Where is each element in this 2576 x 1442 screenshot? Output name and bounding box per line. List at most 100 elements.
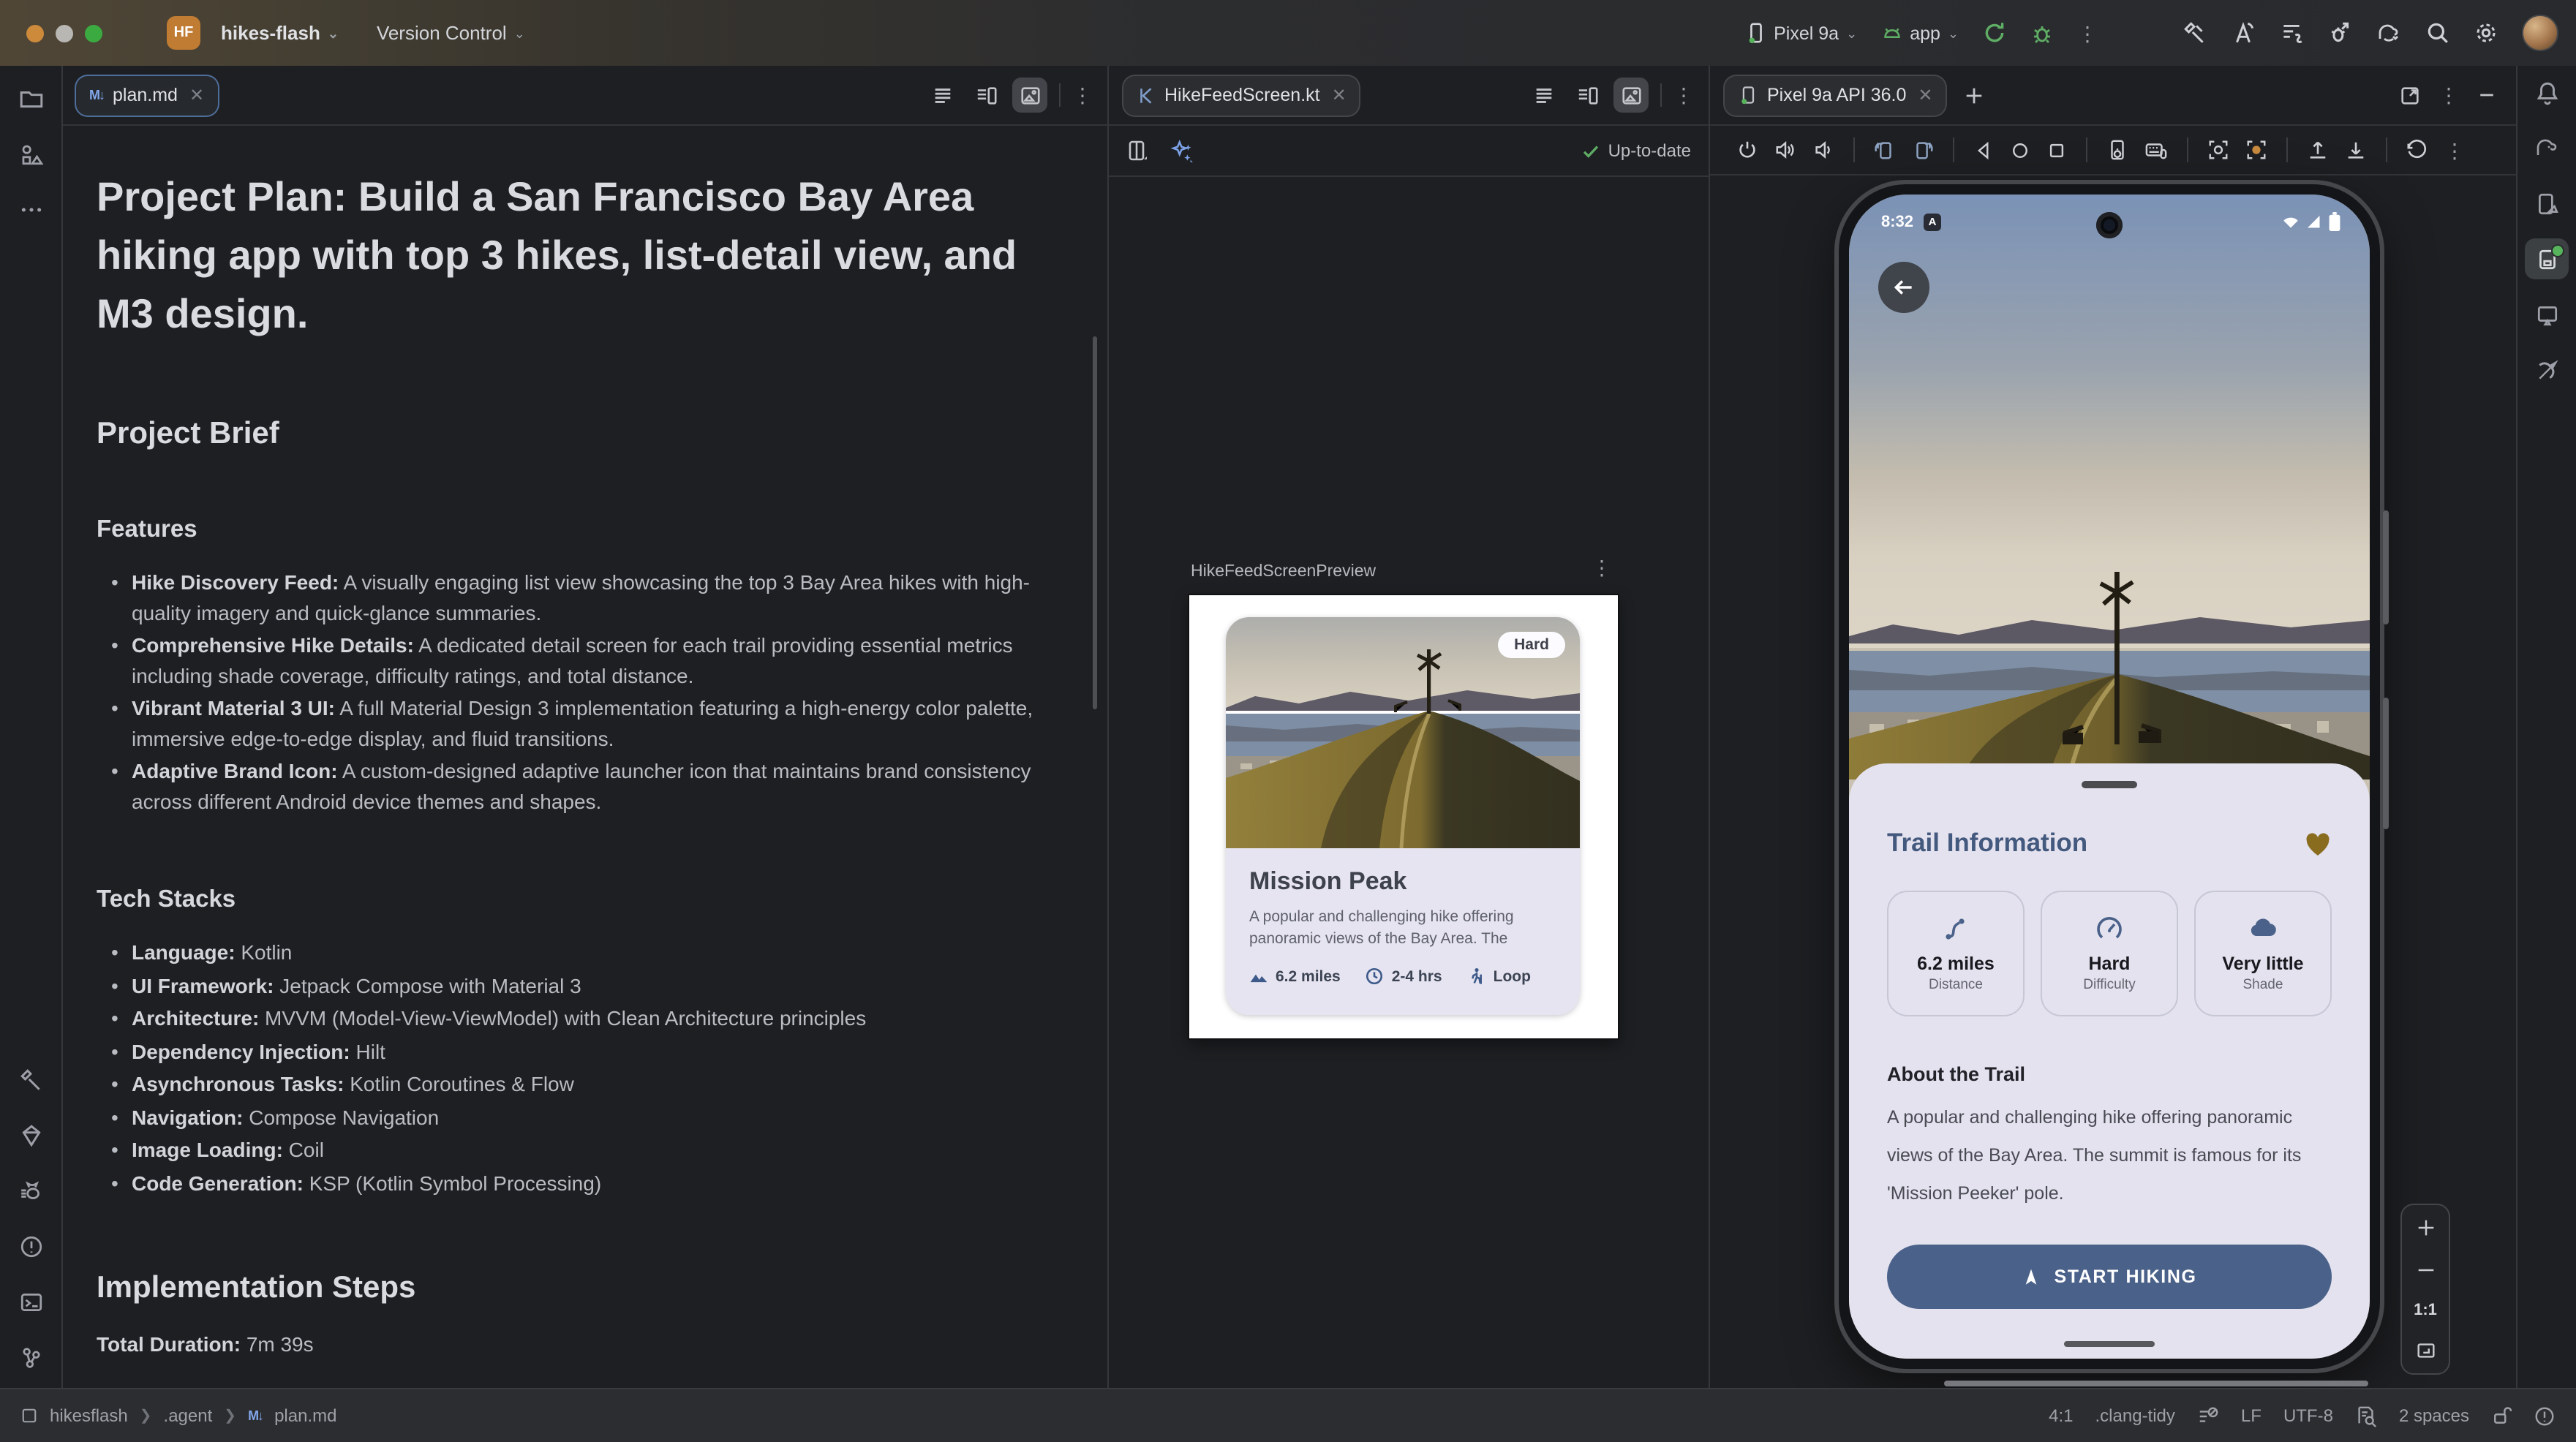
app-quality-insights-button[interactable] xyxy=(9,1114,53,1155)
volume-down-button[interactable] xyxy=(1812,139,1834,161)
close-tab-icon[interactable]: ✕ xyxy=(1332,85,1347,105)
layout-inspector-button[interactable] xyxy=(2525,294,2569,335)
minimize-window-button[interactable] xyxy=(56,24,73,42)
close-tab-icon[interactable]: ✕ xyxy=(1918,85,1932,105)
problems-tool-window-button[interactable] xyxy=(9,1226,53,1267)
more-tool-windows-button[interactable] xyxy=(9,189,53,230)
volume-up-button[interactable] xyxy=(1774,139,1796,161)
breadcrumb-project[interactable]: hikesflash xyxy=(50,1405,128,1426)
preview-only-view-button[interactable] xyxy=(1012,78,1047,113)
emulator-options-kebab[interactable]: ⋮ xyxy=(2438,85,2459,105)
zoom-out-button[interactable] xyxy=(2414,1259,2436,1281)
file-search-icon[interactable] xyxy=(2355,1405,2377,1427)
zoom-in-button[interactable] xyxy=(2414,1217,2436,1239)
power-button[interactable] xyxy=(1736,139,1758,161)
code-only-view-button[interactable] xyxy=(1526,78,1561,113)
gemini-sparkle-button[interactable] xyxy=(1170,138,1195,163)
editor-only-view-button[interactable] xyxy=(924,78,960,113)
new-device-tab-button[interactable] xyxy=(1964,84,1986,106)
app-back-button[interactable] xyxy=(1878,262,1929,313)
encoding-selector[interactable]: UTF-8 xyxy=(2283,1405,2333,1426)
code-style-profile[interactable]: .clang-tidy xyxy=(2095,1405,2175,1426)
running-devices-button[interactable] xyxy=(2525,238,2569,279)
caret-position[interactable]: 4:1 xyxy=(2049,1405,2073,1426)
tab-plan-md[interactable]: M↓ plan.md ✕ xyxy=(76,75,217,115)
open-in-window-icon[interactable] xyxy=(2399,84,2421,106)
close-window-button[interactable] xyxy=(26,24,44,42)
close-tab-icon[interactable]: ✕ xyxy=(189,85,204,105)
preview-only-view-button[interactable] xyxy=(1613,78,1649,113)
user-avatar[interactable] xyxy=(2522,15,2558,51)
inspections-widget-icon[interactable] xyxy=(2197,1405,2219,1427)
gradle-sync-icon[interactable] xyxy=(2376,20,2402,45)
tab-options-kebab[interactable]: ⋮ xyxy=(1072,85,1093,105)
preview-name-label[interactable]: HikeFeedScreenPreview xyxy=(1191,563,1376,581)
device-manager-lines-icon[interactable] xyxy=(2279,20,2304,45)
snapshots-button[interactable] xyxy=(2406,139,2428,161)
debug-app-button[interactable] xyxy=(2030,21,2054,45)
emulator-screen[interactable]: 8:32 A Trail Information xyxy=(1849,195,2370,1359)
project-selector[interactable]: hikes-flash⌄ xyxy=(221,22,339,44)
sheet-drag-handle[interactable] xyxy=(2082,781,2137,788)
hide-pane-icon[interactable] xyxy=(2477,85,2497,105)
emulator-more-kebab[interactable]: ⋮ xyxy=(2444,140,2465,160)
logcat-tool-window-button[interactable] xyxy=(9,1170,53,1211)
stat-difficulty[interactable]: Hard Difficulty xyxy=(2041,891,2178,1016)
resource-manager-button[interactable] xyxy=(9,133,53,174)
device-manager-button[interactable] xyxy=(2525,183,2569,224)
device-selector[interactable]: Pixel 9a⌄ xyxy=(1744,22,1857,44)
preview-kebab[interactable]: ⋮ xyxy=(1592,557,1612,578)
stat-shade[interactable]: Very little Shade xyxy=(2194,891,2332,1016)
trail-bottom-sheet[interactable]: Trail Information 6.2 miles Distance xyxy=(1849,763,2370,1359)
settings-gear-icon[interactable] xyxy=(2474,20,2498,45)
run-options-kebab[interactable]: ⋮ xyxy=(2077,23,2098,43)
device-settings-button[interactable] xyxy=(2106,139,2128,161)
vcs-menu[interactable]: Version Control⌄ xyxy=(377,22,525,44)
unlocked-padlock-icon[interactable] xyxy=(2491,1405,2512,1426)
android-home-button[interactable] xyxy=(2010,140,2030,160)
rotate-left-button[interactable] xyxy=(1874,139,1896,161)
hike-card[interactable]: Hard Mission Peak A popular and challeng… xyxy=(1226,617,1580,1015)
zoom-reset-button[interactable]: 1:1 xyxy=(2414,1302,2437,1319)
indent-selector[interactable]: 2 spaces xyxy=(2399,1405,2469,1426)
stat-distance[interactable]: 6.2 miles Distance xyxy=(1887,891,2025,1016)
push-file-button[interactable] xyxy=(2307,139,2329,161)
error-indicator-icon[interactable] xyxy=(2534,1405,2556,1427)
android-overview-button[interactable] xyxy=(2046,140,2067,160)
assistant-tools-button[interactable] xyxy=(2525,350,2569,390)
notifications-button[interactable] xyxy=(2525,72,2569,113)
favorite-heart-button[interactable] xyxy=(2304,830,2332,856)
profiler-icon[interactable] xyxy=(2231,20,2256,45)
screen-record-button[interactable] xyxy=(2245,139,2267,161)
terminal-tool-window-button[interactable] xyxy=(9,1281,53,1322)
tab-options-kebab[interactable]: ⋮ xyxy=(1673,85,1694,105)
maximize-window-button[interactable] xyxy=(85,24,102,42)
split-view-button[interactable] xyxy=(1570,78,1605,113)
run-configuration-selector[interactable]: app⌄ xyxy=(1880,22,1959,44)
search-everywhere-icon[interactable] xyxy=(2425,20,2450,45)
virtual-input-button[interactable] xyxy=(2144,139,2168,161)
android-back-button[interactable] xyxy=(1973,140,1994,160)
project-tool-window-button[interactable] xyxy=(9,78,53,118)
preview-layout-button[interactable] xyxy=(1126,139,1150,162)
gradle-tool-window-button[interactable] xyxy=(2525,127,2569,168)
tab-pixel-9a[interactable]: Pixel 9a API 36.0 ✕ xyxy=(1725,75,1946,115)
zoom-fit-button[interactable] xyxy=(2414,1340,2436,1362)
markdown-scrollbar[interactable] xyxy=(1093,336,1097,709)
breadcrumb-file[interactable]: plan.md xyxy=(274,1405,336,1426)
gesture-navigation-pill[interactable] xyxy=(2064,1340,2155,1347)
attach-debugger-icon[interactable] xyxy=(2327,20,2352,45)
git-tool-window-button[interactable] xyxy=(9,1337,53,1378)
tab-hikefeedscreen-kt[interactable]: HikeFeedScreen.kt ✕ xyxy=(1123,75,1360,115)
split-view-button[interactable] xyxy=(968,78,1003,113)
breadcrumb-dir[interactable]: .agent xyxy=(164,1405,213,1426)
build-hammer-icon[interactable] xyxy=(2183,20,2207,45)
start-hiking-button[interactable]: START HIKING xyxy=(1887,1245,2332,1309)
line-ending-selector[interactable]: LF xyxy=(2241,1405,2261,1426)
screenshot-button[interactable] xyxy=(2207,139,2229,161)
save-screenshot-button[interactable] xyxy=(2345,139,2367,161)
rotate-right-button[interactable] xyxy=(1912,139,1934,161)
emulator-horizontal-scrollbar[interactable] xyxy=(1944,1381,2368,1386)
rerun-app-button[interactable] xyxy=(1982,20,2007,45)
build-tool-window-button[interactable] xyxy=(9,1059,53,1100)
